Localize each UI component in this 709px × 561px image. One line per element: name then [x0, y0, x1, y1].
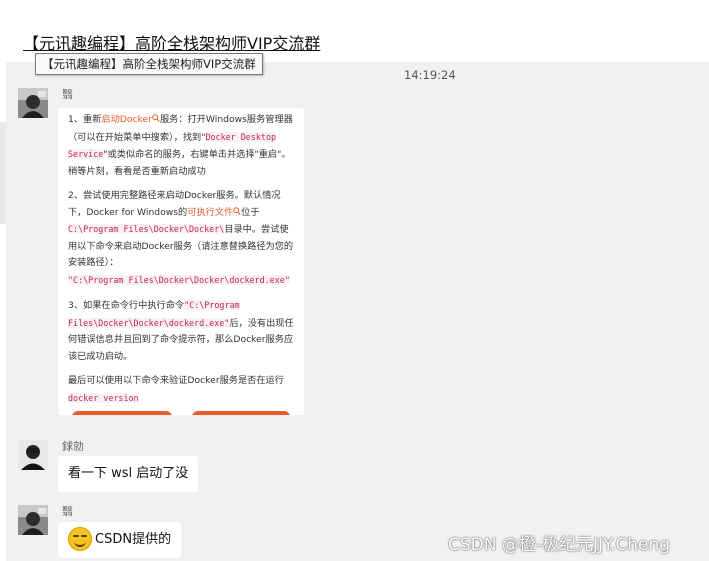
step-4: 最后可以使用以下命令来验证Docker服务是否在运行 docker versio… — [68, 373, 294, 407]
message-text: CSDN提供的 — [95, 532, 172, 547]
link-start-docker: 启动Docker — [101, 114, 152, 125]
step-3-text: 3、如果在命令行中执行命令 — [68, 300, 185, 311]
avatar[interactable] — [18, 440, 48, 470]
link-executable: 可执行文件 — [187, 206, 234, 218]
step-2: 2、尝试使用完整路径来启动Docker服务。默认情况下，Docker for W… — [68, 188, 294, 289]
step-2-text: 位于 — [241, 206, 260, 218]
code-snippet: C:\Program Files\Docker\Docker\ — [68, 224, 225, 234]
image-cutoff-decoration — [58, 409, 304, 415]
code-snippet: "C:\Program Files\Docker\Docker\dockerd.… — [68, 274, 290, 285]
step-1-text: 1、重新 — [68, 114, 102, 125]
step-3: 3、如果在命令行中执行命令"C:\Program Files\Docker\Do… — [68, 297, 294, 365]
orange-button-edge — [192, 411, 290, 415]
group-title[interactable]: 【元讯趣编程】高阶全栈架构师VIP交流群 — [23, 30, 320, 54]
search-icon — [233, 206, 241, 215]
step-1: 1、重新启动Docker 服务：打开Windows服务管理器（可以在开始菜单中搜索… — [68, 112, 294, 180]
sender-name: 翳 — [62, 88, 73, 101]
step-4-text: 最后可以使用以下命令来验证Docker服务是否在运行 — [68, 375, 284, 386]
search-icon — [152, 114, 160, 123]
avatar[interactable] — [18, 88, 48, 118]
sender-name: 翳 — [62, 505, 73, 518]
avatar[interactable] — [18, 505, 48, 535]
image-message[interactable]: 1、重新启动Docker 服务：打开Windows服务管理器（可以在开始菜单中搜索… — [58, 108, 304, 415]
message-timestamp: 14:19:24 — [404, 68, 456, 82]
sender-name: 銶勍 — [62, 440, 84, 453]
title-tooltip: 【元讯趣编程】高阶全栈架构师VIP交流群 — [35, 53, 263, 75]
code-snippet: docker version — [68, 392, 139, 403]
text-message[interactable]: 看一下 wsl 启动了没 — [58, 456, 199, 492]
orange-button-edge — [72, 411, 172, 415]
watermark: CSDN @橙-极纪元JJY.Cheng — [448, 535, 671, 555]
text-message[interactable]: CSDN提供的 — [58, 522, 182, 558]
grin-emoji-icon — [68, 526, 92, 551]
